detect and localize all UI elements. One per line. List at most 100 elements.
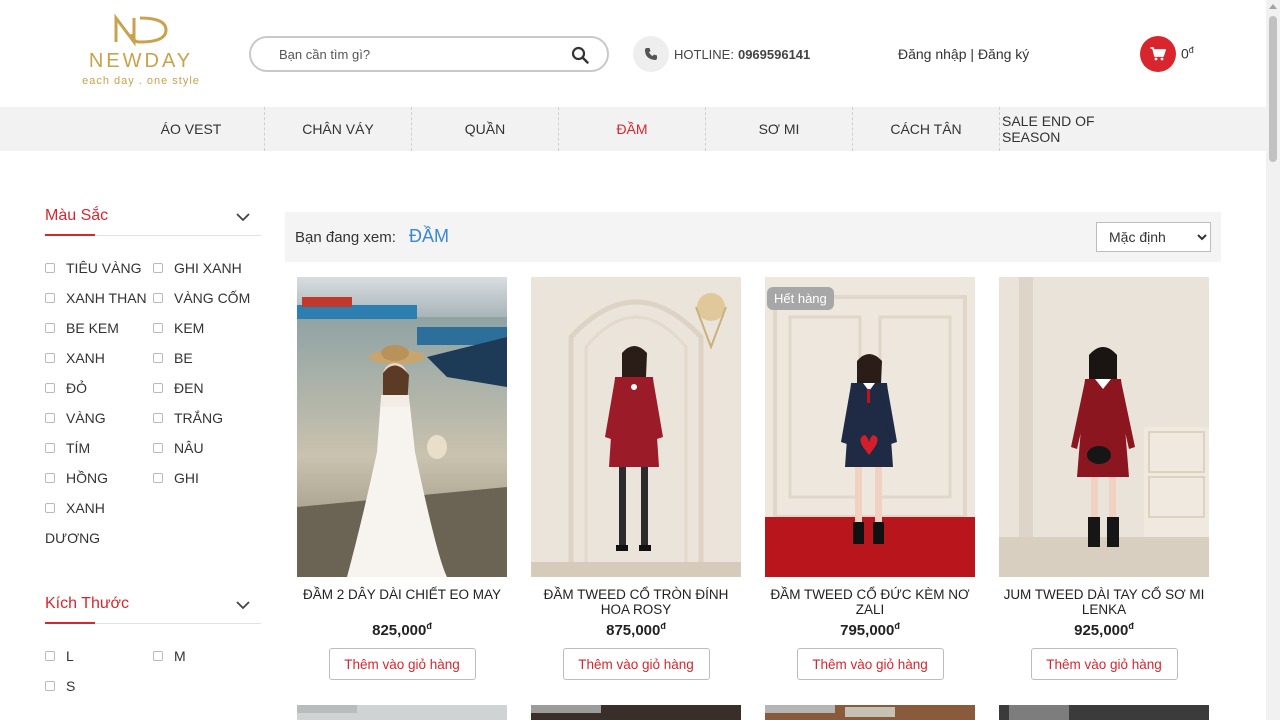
product-image[interactable]: Hết hàng <box>765 277 975 577</box>
size-option[interactable]: M <box>153 648 186 664</box>
color-filter-title[interactable]: Màu Sắc <box>45 207 108 225</box>
nav-item-sale[interactable]: SALE END OF SEASON <box>1000 107 1147 151</box>
login-link[interactable]: Đăng nhập <box>898 46 967 62</box>
checkbox[interactable] <box>153 413 163 423</box>
product-image-next-row[interactable] <box>531 705 741 720</box>
checkbox[interactable] <box>153 263 163 273</box>
checkbox[interactable] <box>45 353 55 363</box>
product-card: ĐẦM 2 DÂY DÀI CHIẾT EO MAY 825,000đ Thêm… <box>297 277 507 680</box>
checkbox[interactable] <box>153 473 163 483</box>
register-link[interactable]: Đăng ký <box>978 46 1029 62</box>
logo-tagline: each day . one style <box>82 75 200 87</box>
color-option-label: ĐỎ <box>66 380 87 396</box>
checkbox[interactable] <box>153 323 163 333</box>
product-image[interactable] <box>999 277 1209 577</box>
color-option[interactable]: ĐỎ <box>45 380 87 396</box>
cart-icon <box>1150 47 1166 61</box>
scroll-up-icon[interactable] <box>1269 4 1277 9</box>
add-to-cart-button[interactable]: Thêm vào giỏ hàng <box>1030 648 1178 680</box>
hotline: HOTLINE: 0969596141 <box>633 36 810 72</box>
scrollbar-thumb[interactable] <box>1269 16 1277 162</box>
checkbox[interactable] <box>45 473 55 483</box>
add-to-cart-button[interactable]: Thêm vào giỏ hàng <box>562 648 710 680</box>
color-option[interactable]: TIÊU VÀNG <box>45 260 141 276</box>
size-filter-title[interactable]: Kích Thước <box>45 595 129 613</box>
color-option[interactable]: HỒNG <box>45 470 108 486</box>
color-option[interactable]: TRẮNG <box>153 410 223 426</box>
color-option-label: TRẮNG <box>174 410 223 426</box>
add-to-cart-button[interactable]: Thêm vào giỏ hàng <box>328 648 476 680</box>
chevron-down-icon[interactable] <box>236 600 250 610</box>
checkbox[interactable] <box>153 383 163 393</box>
auth-separator: | <box>966 46 978 62</box>
color-filter-divider <box>45 234 261 236</box>
checkbox[interactable] <box>153 443 163 453</box>
product-title[interactable]: JUM TWEED DÀI TAY CỔ SƠ MI LENKA <box>999 587 1209 617</box>
checkbox[interactable] <box>45 263 55 273</box>
color-option[interactable]: VÀNG <box>45 410 106 426</box>
color-option[interactable]: XANH <box>45 350 105 366</box>
checkbox[interactable] <box>45 413 55 423</box>
color-option-label: VÀNG CỐM <box>174 290 251 306</box>
size-option[interactable]: S <box>45 678 75 694</box>
product-image-next-row[interactable] <box>297 705 507 720</box>
color-option[interactable]: KEM <box>153 320 204 336</box>
product-currency: đ <box>1128 621 1134 631</box>
color-option[interactable]: BE KEM <box>45 320 119 336</box>
product-image[interactable] <box>531 277 741 577</box>
nav-item-chan-vay[interactable]: CHÂN VÁY <box>265 107 412 151</box>
nav-item-cach-tan[interactable]: CÁCH TÂN <box>853 107 1000 151</box>
checkbox[interactable] <box>45 651 55 661</box>
color-option-label: BE KEM <box>66 320 119 336</box>
site-header: NEWDAY each day . one style HOTLINE: 096… <box>0 0 1266 107</box>
color-option[interactable]: BE <box>153 350 193 366</box>
color-option-label: ĐEN <box>174 380 204 396</box>
phone-icon-wrap[interactable] <box>633 36 669 72</box>
checkbox[interactable] <box>153 651 163 661</box>
color-option[interactable]: TÍM <box>45 440 90 456</box>
phone-icon <box>645 48 657 60</box>
color-option[interactable]: ĐEN <box>153 380 204 396</box>
color-option-label: BE <box>174 350 193 366</box>
product-image[interactable] <box>297 277 507 577</box>
nav-item-so-mi[interactable]: SƠ MI <box>706 107 853 151</box>
product-image-next-row[interactable] <box>765 705 975 720</box>
color-option[interactable]: VÀNG CỐM <box>153 290 250 306</box>
checkbox[interactable] <box>153 353 163 363</box>
product-title[interactable]: ĐẦM TWEED CỔ TRÒN ĐÍNH HOA ROSY <box>531 587 741 617</box>
nav-item-dam[interactable]: ĐẦM <box>559 107 706 151</box>
cart-button[interactable] <box>1140 36 1176 72</box>
site-logo[interactable]: NEWDAY each day . one style <box>80 12 202 94</box>
color-option-label: XANH DƯƠNG <box>45 500 105 546</box>
checkbox[interactable] <box>153 293 163 303</box>
checkbox[interactable] <box>45 681 55 691</box>
breadcrumb-current[interactable]: ĐẦM <box>409 226 449 247</box>
hotline-number[interactable]: 0969596141 <box>738 47 810 62</box>
color-option[interactable]: NÂU <box>153 440 204 456</box>
color-option[interactable]: GHI XANH <box>153 260 242 276</box>
checkbox[interactable] <box>45 323 55 333</box>
color-option-label: VÀNG <box>66 410 106 426</box>
add-to-cart-button[interactable]: Thêm vào giỏ hàng <box>796 648 944 680</box>
color-option-label: TÍM <box>66 440 91 456</box>
nav-item-ao-vest[interactable]: ÁO VEST <box>118 107 265 151</box>
nav-item-quan[interactable]: QUẦN <box>412 107 559 151</box>
checkbox[interactable] <box>45 383 55 393</box>
color-option[interactable]: GHI <box>153 470 199 486</box>
color-option[interactable]: XANH THAN <box>45 290 147 306</box>
product-image-next-row[interactable] <box>999 705 1209 720</box>
checkbox[interactable] <box>45 443 55 453</box>
out-of-stock-badge: Hết hàng <box>767 287 834 310</box>
product-title[interactable]: ĐẦM 2 DÂY DÀI CHIẾT EO MAY <box>297 587 507 617</box>
size-option[interactable]: L <box>45 648 74 664</box>
chevron-down-icon[interactable] <box>236 212 250 222</box>
color-option[interactable]: XANH DƯƠNG <box>45 493 135 553</box>
sort-select[interactable]: Mặc định <box>1096 222 1211 252</box>
product-title[interactable]: ĐẦM TWEED CỔ ĐỨC KÈM NƠ ZALI <box>765 587 975 617</box>
checkbox[interactable] <box>45 293 55 303</box>
search-input[interactable] <box>279 45 559 63</box>
page-scrollbar[interactable] <box>1266 0 1280 720</box>
search-icon[interactable] <box>571 46 589 64</box>
product-photo-harbor <box>297 277 507 577</box>
product-currency: đ <box>894 621 900 631</box>
